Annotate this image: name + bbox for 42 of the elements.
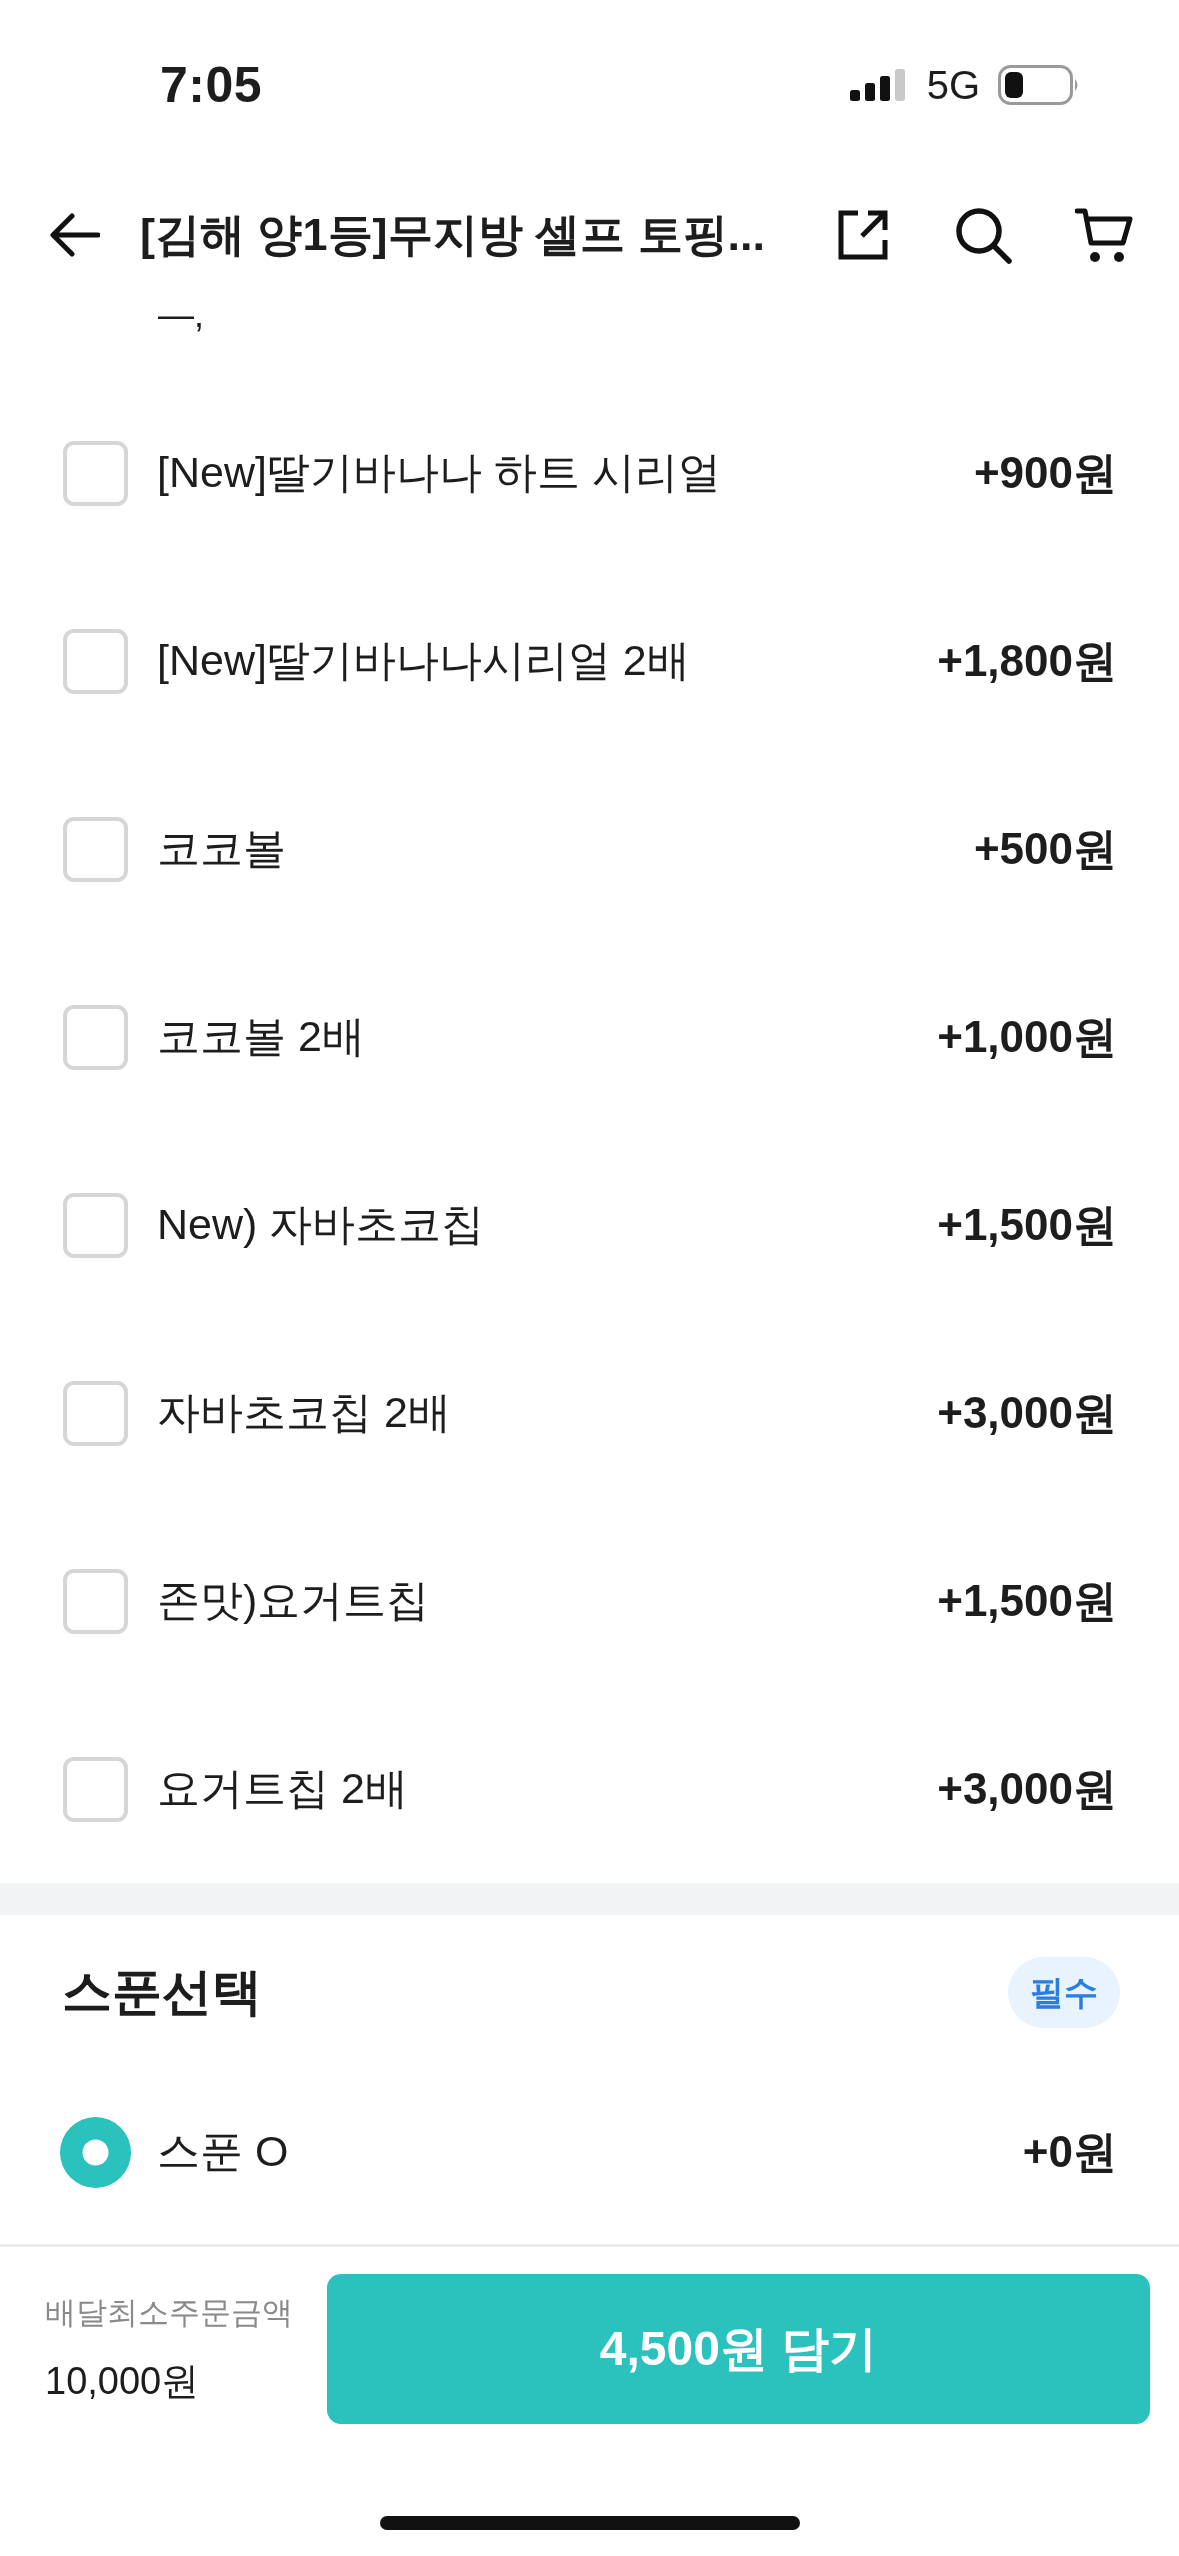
- checkbox[interactable]: [63, 1568, 128, 1634]
- option-price: +1,000원: [937, 1010, 1117, 1063]
- option-label: 존맛)요거트칩: [157, 1575, 430, 1626]
- option-price: +1,500원: [937, 1198, 1117, 1251]
- checkbox[interactable]: [63, 816, 128, 882]
- option-price: +3,000원: [937, 1762, 1117, 1815]
- min-order-label: 배달최소주문금액: [45, 2293, 293, 2332]
- option-label: 자바초코칩 2배: [157, 1387, 451, 1438]
- min-order-amount: 10,000원: [45, 2358, 201, 2404]
- network-label: 5G: [926, 62, 980, 108]
- add-to-cart-button[interactable]: 4,500원 담기: [327, 2274, 1150, 2424]
- share-icon[interactable]: [838, 210, 888, 260]
- checkbox[interactable]: [63, 1380, 128, 1446]
- page-title: [김해 양1등]무지방 셀프 토핑...: [140, 208, 766, 262]
- required-badge: 필수: [1008, 1957, 1120, 2028]
- battery-icon: [998, 65, 1080, 105]
- option-price: +1,800원: [937, 634, 1117, 687]
- option-label: [New]딸기바나나시리얼 2배: [157, 635, 690, 686]
- option-label: 코코볼: [157, 823, 286, 874]
- option-price: +900원: [973, 446, 1117, 499]
- option-label: 스푼 O: [157, 2126, 289, 2177]
- checkbox[interactable]: [63, 1756, 128, 1822]
- option-price: +1,500원: [937, 1574, 1117, 1627]
- radio-button[interactable]: [60, 2116, 131, 2188]
- checkbox[interactable]: [63, 440, 128, 506]
- back-arrow-icon[interactable]: [50, 213, 100, 257]
- checkbox[interactable]: [63, 1192, 128, 1258]
- section-title: 스푼선택: [62, 1963, 262, 2022]
- checkbox[interactable]: [63, 1004, 128, 1070]
- clipped-text: —,: [158, 300, 204, 330]
- option-price: +3,000원: [937, 1386, 1117, 1439]
- cart-icon[interactable]: [1075, 207, 1133, 263]
- option-label: 요거트칩 2배: [157, 1763, 408, 1814]
- option-label: 코코볼 2배: [157, 1011, 365, 1062]
- signal-icon: [849, 69, 905, 101]
- checkbox[interactable]: [63, 628, 128, 694]
- option-price: +0원: [1022, 2125, 1117, 2178]
- option-label: New) 자바초코칩: [157, 1199, 485, 1250]
- search-icon[interactable]: [955, 206, 1012, 264]
- option-price: +500원: [973, 822, 1117, 875]
- status-time: 7:05: [160, 56, 263, 114]
- option-label: [New]딸기바나나 하트 시리얼: [157, 447, 721, 498]
